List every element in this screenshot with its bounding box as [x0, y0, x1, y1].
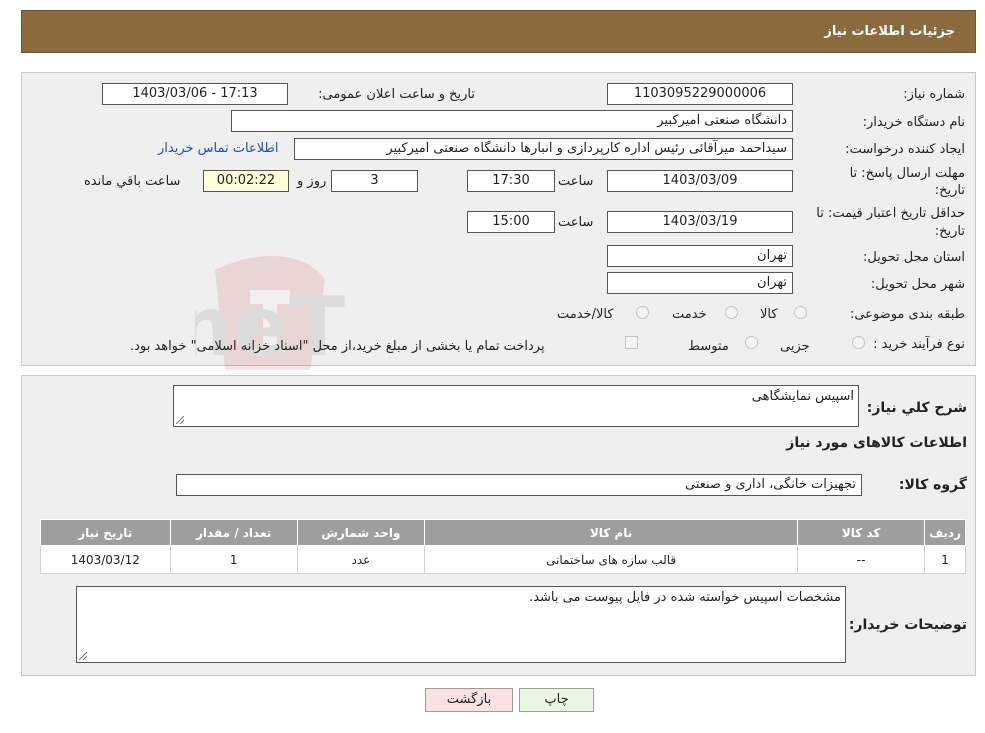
category-goods-service-radio[interactable] [636, 306, 649, 319]
price-validity-label-date: تاریخ: [934, 224, 965, 239]
goods-group-field: تجهیزات خانگی، اداری و صنعتی [176, 474, 862, 496]
creator-field: سیداحمد میرآقائی رئیس اداره کارپردازی و … [294, 138, 793, 160]
city-label: شهر محل تحویل: [870, 277, 965, 292]
buyer-notes-label: توضیحات خریدار: [848, 617, 967, 633]
cell-qty: 1 [169, 545, 298, 574]
goods-group-label: گروه کالا: [898, 477, 967, 493]
category-service-label: خدمت [672, 307, 707, 322]
days-label: روز و [297, 174, 327, 189]
resize-grip-icon[interactable] [79, 652, 87, 660]
cell-code: -- [797, 545, 926, 574]
creator-label: ایجاد کننده درخواست: [845, 142, 965, 157]
goods-info-title: اطلاعات کالاهای مورد نیاز [786, 435, 967, 451]
reply-date-field: 1403/03/09 [607, 170, 793, 192]
reply-time-field: 17:30 [467, 170, 555, 192]
validity-date-field: 1403/03/19 [607, 211, 793, 233]
category-goods-radio[interactable] [794, 306, 807, 319]
need-number-field: 1103095229000006 [607, 83, 793, 105]
announce-field: 1403/03/06 - 17:13 [102, 83, 288, 105]
table-row: 1 -- قالب سازه های ساختمانی عدد 1 1403/0… [40, 545, 966, 574]
reply-time-label: ساعت [558, 174, 594, 189]
reply-deadline-label: مهلت ارسال پاسخ: تا [849, 166, 965, 181]
page-title: جزئیات اطلاعات نیاز [824, 24, 955, 39]
category-goods-label: کالا [760, 307, 778, 322]
process-medium-radio[interactable] [745, 336, 758, 349]
province-field: تهران [607, 245, 793, 267]
validity-time-field: 15:00 [467, 211, 555, 233]
cell-unit: عدد [296, 545, 426, 574]
days-remaining-field: 3 [331, 170, 418, 192]
back-button[interactable]: بازگشت [425, 688, 513, 712]
items-table: ردیف کد کالا نام کالا واحد شمارش تعداد /… [40, 519, 966, 574]
buyer-org-label: نام دستگاه خریدار: [862, 115, 965, 130]
col-date-header: تاریخ نیاز [40, 519, 171, 546]
payment-note: پرداخت تمام یا بخشی از مبلغ خرید،از محل … [130, 339, 545, 354]
city-field: تهران [607, 272, 793, 294]
page-header: جزئیات اطلاعات نیاز [21, 10, 976, 53]
cell-row: 1 [924, 545, 966, 574]
cell-name: قالب سازه های ساختمانی [424, 545, 799, 574]
resize-grip-icon[interactable] [176, 416, 184, 424]
remaining-time-label: ساعت باقي مانده [84, 174, 181, 189]
category-goods-service-label: کالا/خدمت [557, 307, 614, 322]
print-button[interactable]: چاپ [519, 688, 594, 712]
summary-textarea[interactable]: اسپیس نمایشگاهی [173, 385, 859, 427]
province-label: استان محل تحویل: [863, 250, 965, 265]
items-table-wrap: ردیف کد کالا نام کالا واحد شمارش تعداد /… [40, 519, 966, 574]
table-header-row: ردیف کد کالا نام کالا واحد شمارش تعداد /… [40, 519, 966, 546]
remaining-time-field: 00:02:22 [203, 170, 289, 192]
cell-date: 1403/03/12 [40, 545, 171, 574]
need-number-label: شماره نیاز: [903, 87, 965, 102]
category-label: طبقه بندی موضوعی: [849, 307, 965, 322]
buyer-notes-textarea[interactable]: مشخصات اسپیس خواسته شده در فایل پیوست می… [76, 586, 846, 663]
price-validity-label: حداقل تاریخ اعتبار قیمت: تا [816, 206, 965, 221]
col-qty-header: تعداد / مقدار [169, 519, 298, 546]
buyer-org-field: دانشگاه صنعتی امیرکبیر [231, 110, 793, 132]
col-code-header: کد کالا [797, 519, 926, 546]
buyer-contact-link[interactable]: اطلاعات تماس خریدار [158, 141, 278, 156]
process-minor-label: جزیی [780, 339, 810, 354]
col-row-header: ردیف [924, 519, 966, 546]
category-service-radio[interactable] [725, 306, 738, 319]
announce-label: تاریخ و ساعت اعلان عمومی: [318, 87, 475, 102]
col-name-header: نام کالا [424, 519, 799, 546]
process-minor-radio[interactable] [852, 336, 865, 349]
validity-time-label: ساعت [558, 215, 594, 230]
col-unit-header: واحد شمارش [296, 519, 426, 546]
reply-deadline-label-date: تاریخ: [934, 183, 965, 198]
summary-label: شرح کلي نياز: [866, 400, 967, 416]
treasury-docs-checkbox[interactable] [625, 336, 638, 349]
process-label: نوع فرآیند خرید : [873, 337, 965, 352]
process-medium-label: متوسط [688, 339, 729, 354]
